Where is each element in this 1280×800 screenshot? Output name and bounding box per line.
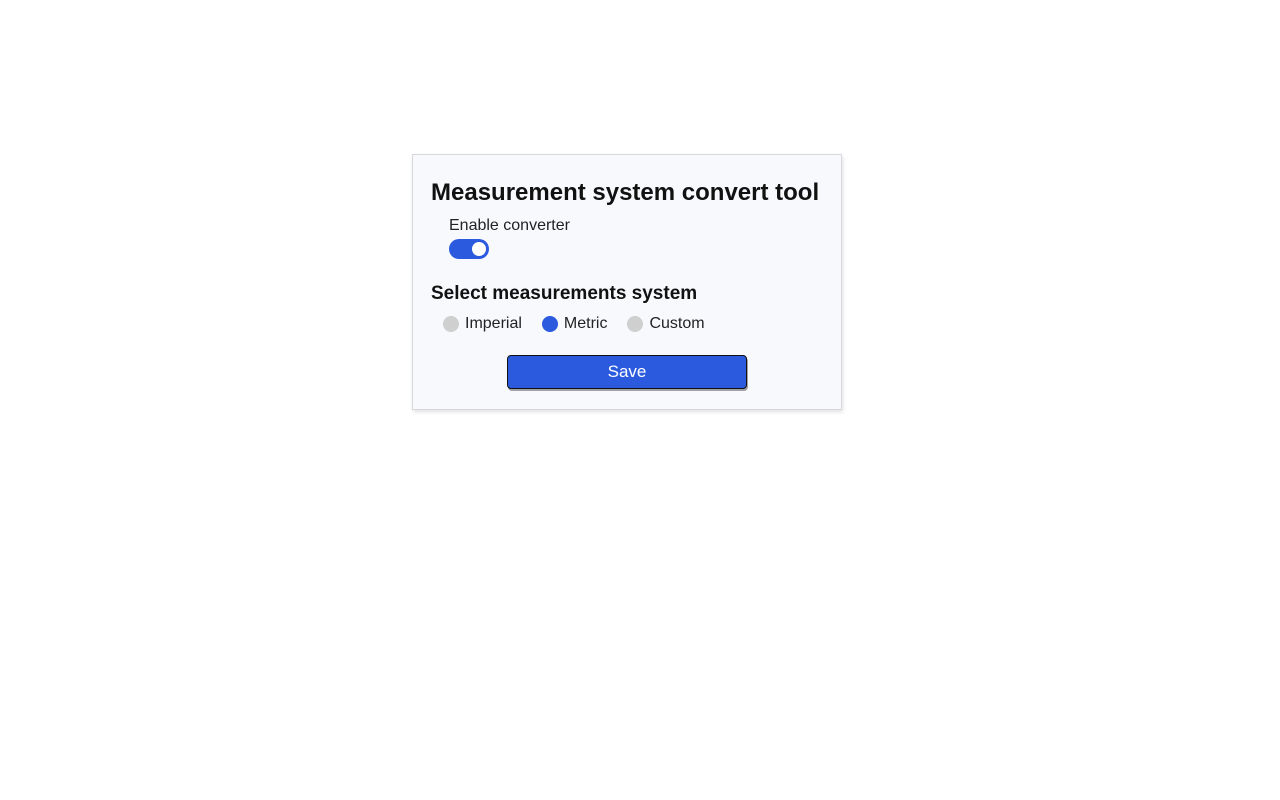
radio-circle-icon (627, 316, 643, 332)
save-row: Save (431, 355, 823, 389)
radio-label-imperial: Imperial (465, 315, 522, 333)
radio-label-custom: Custom (649, 315, 704, 333)
measurement-system-radio-group: Imperial Metric Custom (443, 315, 823, 333)
radio-custom[interactable]: Custom (627, 315, 704, 333)
settings-panel: Measurement system convert tool Enable c… (412, 154, 842, 410)
panel-title: Measurement system convert tool (431, 179, 823, 207)
toggle-knob-icon (472, 242, 486, 256)
measurement-system-heading: Select measurements system (431, 283, 823, 305)
radio-circle-icon (542, 316, 558, 332)
radio-label-metric: Metric (564, 315, 608, 333)
radio-circle-icon (443, 316, 459, 332)
enable-converter-toggle[interactable] (449, 239, 489, 259)
save-button[interactable]: Save (507, 355, 747, 389)
enable-converter-label: Enable converter (449, 217, 823, 235)
radio-metric[interactable]: Metric (542, 315, 608, 333)
radio-imperial[interactable]: Imperial (443, 315, 522, 333)
enable-section: Enable converter (449, 217, 823, 259)
